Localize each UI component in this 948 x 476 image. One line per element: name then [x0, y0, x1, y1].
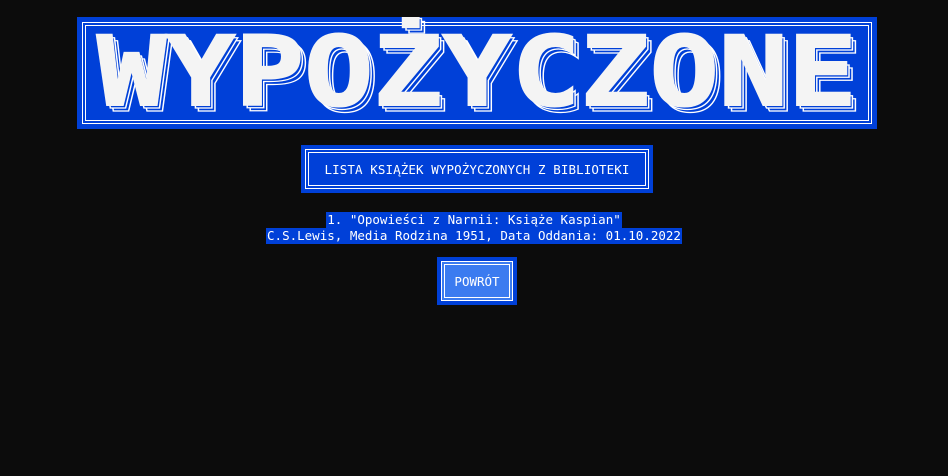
- title-banner: WYPOŻYCZONE WYPOŻYCZONE WYPOŻYCZONE: [77, 17, 877, 129]
- back-button-face: POWRÓT: [441, 261, 513, 301]
- subtitle-box: LISTA KSIĄŻEK WYPOŻYCZONYCH Z BIBLIOTEKI: [301, 145, 653, 193]
- subtitle-label: LISTA KSIĄŻEK WYPOŻYCZONYCH Z BIBLIOTEKI: [324, 161, 630, 177]
- page-title-graphic: WYPOŻYCZONE WYPOŻYCZONE WYPOŻYCZONE: [96, 17, 864, 129]
- borrowed-books-list: 1. "Opowieści z Narnii: Książe Kaspian" …: [0, 209, 948, 244]
- title-text: WYPOŻYCZONE: [97, 17, 857, 128]
- page-title: WYPOŻYCZONE WYPOŻYCZONE WYPOŻYCZONE: [77, 17, 877, 129]
- subtitle-frame: LISTA KSIĄŻEK WYPOŻYCZONYCH Z BIBLIOTEKI: [305, 149, 649, 189]
- book-details-row: C.S.Lewis, Media Rodzina 1951, Data Odda…: [0, 225, 948, 244]
- list-item: 1. "Opowieści z Narnii: Książe Kaspian" …: [0, 209, 948, 244]
- book-details: C.S.Lewis, Media Rodzina 1951, Data Odda…: [266, 228, 682, 244]
- book-title-row: 1. "Opowieści z Narnii: Książe Kaspian": [0, 209, 948, 228]
- app-screen: WYPOŻYCZONE WYPOŻYCZONE WYPOŻYCZONE LIST…: [0, 0, 948, 476]
- back-button-label: POWRÓT: [454, 273, 500, 289]
- back-button[interactable]: POWRÓT: [437, 257, 517, 305]
